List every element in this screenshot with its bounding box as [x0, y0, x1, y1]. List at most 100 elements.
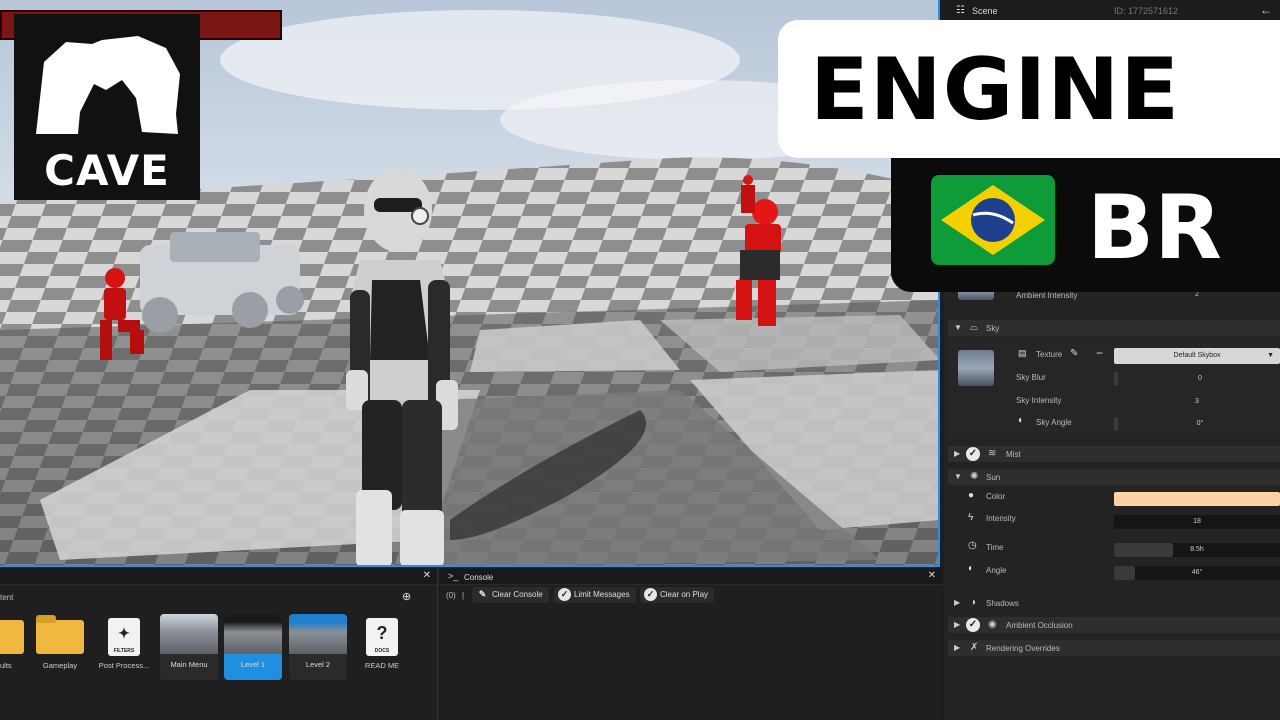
collapse-arrow-icon: ▼	[954, 323, 962, 332]
docs-icon: ? DOCS	[366, 618, 398, 656]
title-banner-top: ENGINE	[778, 20, 1280, 158]
console-tabbar: >_ Console ✕	[440, 569, 942, 585]
close-icon[interactable]: ✕	[928, 570, 936, 581]
ao-enabled-checkbox[interactable]: ✓	[966, 618, 980, 632]
overrides-section-header[interactable]: ▶ ✗ Rendering Overrides	[948, 640, 1280, 656]
logo-text: CAVE	[44, 146, 170, 195]
clear-on-play-toggle[interactable]: ✓ Clear on Play	[640, 587, 715, 603]
level-thumbnail	[224, 614, 282, 654]
shadows-title: Shadows	[986, 599, 1019, 608]
clock-icon: ◷	[968, 540, 977, 551]
sky-blur-label: Sky Blur	[1016, 373, 1046, 382]
sky-texture-thumbnail[interactable]	[958, 350, 994, 386]
asset-label: Post Process...	[98, 661, 150, 670]
brazil-flag-icon	[931, 175, 1055, 265]
level-thumbnail	[289, 614, 347, 654]
sun-time-slider[interactable]: 8.5h	[1114, 543, 1280, 557]
asset-label: Level 2	[305, 660, 331, 669]
back-arrow-icon[interactable]: ←	[1260, 3, 1272, 17]
content-title: tent	[0, 593, 14, 602]
tools-icon: ✗	[970, 642, 979, 653]
mist-section-header[interactable]: ▶ ✓ ≋ Mist	[948, 446, 1280, 462]
shadows-section-header[interactable]: ▶ ◑ Shadows	[948, 595, 1280, 611]
asset-label: ults	[0, 661, 12, 670]
sky-angle-value[interactable]: 0°	[1120, 417, 1280, 431]
asset-label: Main Menu	[170, 660, 208, 669]
sun-icon: ✺	[970, 471, 979, 482]
terminal-icon: >_	[448, 571, 459, 581]
level-main-menu[interactable]: Main Menu	[160, 614, 218, 680]
ao-title: Ambient Occlusion	[1006, 621, 1073, 630]
mist-title: Mist	[1006, 450, 1021, 459]
tab-console[interactable]: Console	[464, 573, 493, 582]
fog-icon: ≋	[988, 448, 997, 459]
content-browser: ✕ tent ⊕ ults Gameplay ✦ FILTERS Post Pro…	[0, 569, 438, 720]
compass-icon: ◐	[968, 563, 975, 574]
sky-angle-slider-handle[interactable]	[1114, 417, 1118, 431]
banner-subtitle: BR	[1087, 176, 1222, 279]
shadow-icon: ◑	[970, 597, 977, 608]
asset-label: Gameplay	[42, 661, 78, 670]
clear-console-button[interactable]: ✎ Clear Console	[472, 587, 549, 603]
broom-icon: ✎	[478, 589, 487, 599]
limit-messages-label: Limit Messages	[574, 590, 630, 599]
asset-label: Level 1	[240, 660, 266, 669]
level-2[interactable]: Level 2	[289, 614, 347, 680]
clear-on-play-label: Clear on Play	[660, 590, 709, 599]
asset-readme[interactable]: ? DOCS READ ME	[352, 614, 412, 680]
message-count: (0)	[446, 591, 456, 600]
sun-angle-slider[interactable]: 46°	[1114, 566, 1280, 580]
sky-intensity-value[interactable]: 3	[1114, 395, 1280, 409]
cave-logo: CAVE	[14, 14, 200, 200]
expand-arrow-icon: ▶	[954, 643, 961, 652]
texture-label: Texture	[1036, 350, 1063, 359]
sun-section-header[interactable]: ▼ ✺ Sun	[948, 469, 1280, 485]
skybox-select-value: Default Skybox	[1173, 352, 1221, 359]
sky-section-header[interactable]: ▼ ⌓ Sky	[948, 320, 1280, 336]
asset-label: READ ME	[364, 661, 400, 670]
banner-title: ENGINE	[810, 40, 1181, 140]
level-1[interactable]: Level 1	[224, 614, 282, 680]
ambient-label: Ambient Intensity	[1016, 291, 1078, 300]
folder-defaults[interactable]: ults	[0, 614, 30, 680]
sun-time-label: Time	[986, 543, 1004, 552]
lightning-icon: ϟ	[968, 512, 974, 523]
sky-blur-value[interactable]: 0	[1120, 372, 1280, 386]
chevron-down-icon: ▼	[1267, 352, 1274, 359]
file-icon: ▤	[1018, 348, 1027, 358]
sky-title: Sky	[986, 324, 1000, 333]
zoom-icon[interactable]: ⊕	[402, 590, 411, 603]
inspector-header: ☷ Scene ID: 1772571612 ←	[944, 0, 1280, 22]
asset-post-process[interactable]: ✦ FILTERS Post Process...	[94, 614, 154, 680]
sun-intensity-label: Intensity	[986, 514, 1016, 523]
palette-icon: ●	[968, 490, 975, 501]
bottom-dock: ✕ tent ⊕ ults Gameplay ✦ FILTERS Post Pro…	[0, 569, 942, 720]
red-robot-far	[741, 175, 755, 213]
close-icon[interactable]: ✕	[423, 570, 431, 581]
remove-icon[interactable]: −	[1096, 346, 1103, 360]
sky-angle-label: Sky Angle	[1036, 418, 1072, 427]
folder-icon	[36, 615, 84, 654]
folder-gameplay[interactable]: Gameplay	[30, 614, 90, 680]
sun-time-value: 8.5h	[1190, 546, 1204, 553]
sun-color-swatch[interactable]	[1114, 492, 1280, 506]
sky-blur-slider-handle[interactable]	[1114, 372, 1118, 386]
edit-icon[interactable]: ✎	[1070, 348, 1078, 359]
ao-section-header[interactable]: ▶ ✓ ◉ Ambient Occlusion	[948, 617, 1280, 633]
compass-icon: ◐	[1018, 415, 1025, 426]
tab-scene[interactable]: Scene	[972, 6, 998, 16]
console-panel: >_ Console ✕ (0) | ✎ Clear Console ✓ Lim…	[440, 569, 942, 720]
mist-enabled-checkbox[interactable]: ✓	[966, 447, 980, 461]
limit-messages-toggle[interactable]: ✓ Limit Messages	[554, 587, 636, 603]
expand-arrow-icon: ▶	[954, 449, 961, 458]
clear-console-label: Clear Console	[492, 590, 543, 599]
folder-icon	[0, 620, 24, 654]
level-thumbnail	[160, 614, 218, 654]
sun-intensity-field[interactable]: 18	[1114, 515, 1280, 529]
skybox-select[interactable]: Default Skybox ▼	[1114, 348, 1280, 364]
check-icon: ✓	[644, 588, 657, 601]
sun-section-body: ● Color ϟ Intensity 18 ◷ Time 8.5h ◐ Ang…	[948, 486, 1280, 590]
sun-angle-label: Angle	[986, 566, 1007, 575]
sun-time-fill	[1114, 543, 1173, 557]
eye-icon: ◉	[988, 619, 997, 630]
